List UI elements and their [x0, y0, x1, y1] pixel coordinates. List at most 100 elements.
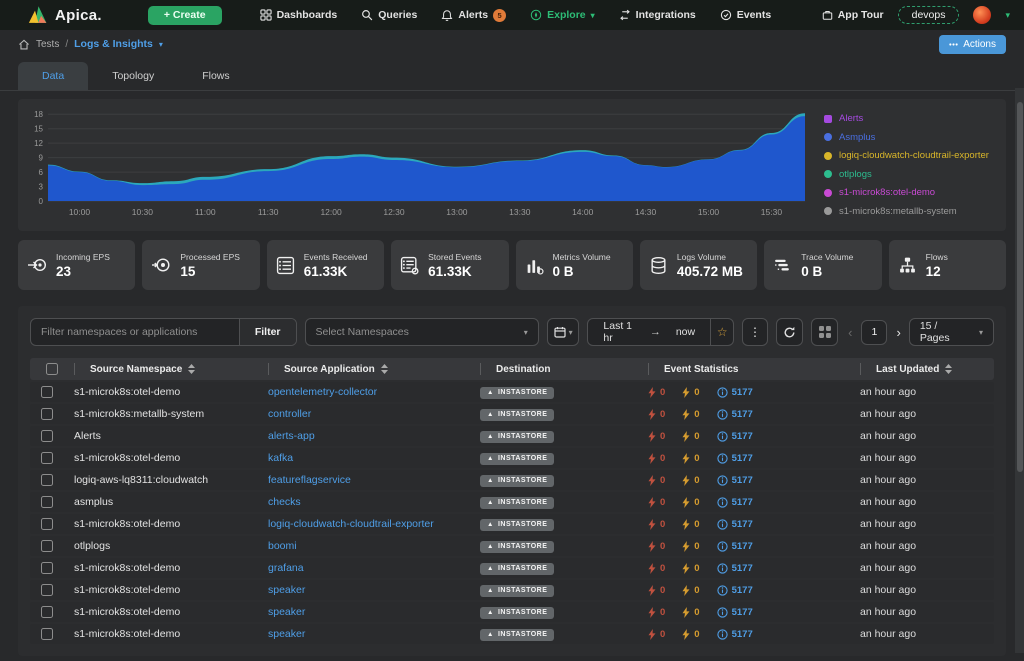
event-count[interactable]: 5177 — [716, 607, 753, 618]
table-row[interactable]: logiq-aws-lq8311:cloudwatch featureflags… — [30, 470, 994, 490]
col-source-application[interactable]: Source Application — [258, 358, 470, 380]
row-application-link[interactable]: alerts-app — [258, 430, 470, 442]
row-checkbox[interactable] — [41, 518, 53, 530]
row-checkbox[interactable] — [41, 584, 53, 596]
time-range-to[interactable]: now — [661, 326, 710, 338]
filter-input[interactable] — [31, 319, 239, 345]
user-menu-chevron-icon[interactable]: ▾ — [1005, 10, 1010, 21]
sort-icon[interactable] — [380, 364, 388, 374]
legend-item[interactable]: Asmplus — [824, 132, 1000, 143]
namespace-select[interactable]: Select Namespaces ▾ — [304, 318, 539, 346]
table-row[interactable]: s1-microk8s:otel-demo speaker ▲ INSTASTOR… — [30, 580, 994, 600]
row-application-link[interactable]: speaker — [258, 628, 470, 640]
tab-topology[interactable]: Topology — [88, 62, 178, 90]
row-checkbox[interactable] — [41, 474, 53, 486]
breadcrumb-root[interactable]: Tests — [36, 39, 59, 50]
breadcrumb-current[interactable]: Logs & Insights — [74, 38, 153, 50]
table-row[interactable]: s1-microk8s:otel-demo logiq-cloudwatch-c… — [30, 514, 994, 534]
row-checkbox[interactable] — [41, 606, 53, 618]
row-application-link[interactable]: logiq-cloudwatch-cloudtrail-exporter — [258, 518, 470, 530]
event-count[interactable]: 5177 — [716, 585, 753, 596]
app-tour-button[interactable]: App Tour — [822, 9, 884, 21]
favorite-star-button[interactable]: ☆ — [710, 319, 733, 345]
row-application-link[interactable]: speaker — [258, 606, 470, 618]
table-row[interactable]: s1-microk8s:metallb-system controller ▲ I… — [30, 404, 994, 424]
event-count[interactable]: 5177 — [716, 497, 753, 508]
row-application-link[interactable]: speaker — [258, 584, 470, 596]
calendar-button[interactable]: ▾ — [546, 318, 580, 346]
table-row[interactable]: s1-microk8s:otel-demo speaker ▲ INSTASTOR… — [30, 602, 994, 622]
prev-page-button[interactable]: ‹ — [848, 325, 852, 340]
table-row[interactable]: otlplogs boomi ▲ INSTASTORE 0 0 5177 an h… — [30, 536, 994, 556]
nav-dashboards[interactable]: Dashboards — [259, 9, 337, 21]
filter-button[interactable]: Filter — [238, 319, 296, 345]
event-count[interactable]: 5177 — [716, 541, 753, 552]
row-application-link[interactable]: boomi — [258, 540, 470, 552]
table-row[interactable]: Alerts alerts-app ▲ INSTASTORE 0 0 5177 a… — [30, 426, 994, 446]
user-pill[interactable]: devops — [897, 6, 960, 24]
event-count[interactable]: 5177 — [716, 387, 753, 398]
table-row[interactable]: s1-microk8s:otel-demo kafka ▲ INSTASTORE … — [30, 448, 994, 468]
instastore-badge: ▲ INSTASTORE — [480, 452, 555, 465]
row-checkbox[interactable] — [41, 408, 53, 420]
event-count[interactable]: 5177 — [716, 409, 753, 420]
tab-data[interactable]: Data — [18, 62, 89, 90]
legend-item[interactable]: s1-microk8s:metallb-system — [824, 206, 1000, 217]
actions-button[interactable]: Actions — [939, 34, 1006, 54]
row-application-link[interactable]: controller — [258, 408, 470, 420]
event-count[interactable]: 5177 — [716, 629, 753, 640]
scrollbar-thumb[interactable] — [1017, 102, 1023, 472]
next-page-button[interactable]: › — [896, 325, 900, 340]
refresh-button[interactable] — [775, 318, 803, 346]
nav-queries[interactable]: Queries — [361, 9, 417, 21]
row-application-link[interactable]: grafana — [258, 562, 470, 574]
tab-flows[interactable]: Flows — [178, 62, 253, 90]
apica-logo[interactable]: Apica. — [28, 5, 102, 25]
legend-item[interactable]: s1-microk8s:otel-demo — [824, 187, 1000, 198]
nav-events[interactable]: Events — [720, 9, 771, 21]
nav-explore[interactable]: Explore ▾ — [530, 9, 595, 21]
col-source-namespace[interactable]: Source Namespace — [64, 358, 258, 380]
legend-item[interactable]: otlplogs — [824, 169, 1000, 180]
table-row[interactable]: s1-microk8s:otel-demo opentelemetry-coll… — [30, 382, 994, 402]
page-size-select[interactable]: 15 / Pages ▾ — [908, 318, 994, 346]
row-checkbox[interactable] — [41, 540, 53, 552]
time-range-from[interactable]: Last 1 hr — [588, 320, 649, 344]
table-row[interactable]: s1-microk8s:otel-demo grafana ▲ INSTASTOR… — [30, 558, 994, 578]
legend-item[interactable]: logiq-cloudwatch-cloudtrail-exporter — [824, 150, 1000, 161]
row-application-link[interactable]: opentelemetry-collector — [258, 386, 470, 398]
select-all-checkbox[interactable] — [46, 363, 58, 375]
table-row[interactable]: s1-microk8s:otel-demo speaker ▲ INSTASTOR… — [30, 624, 994, 644]
event-count[interactable]: 5177 — [716, 431, 753, 442]
grid-view-button[interactable] — [810, 318, 839, 346]
row-checkbox[interactable] — [41, 386, 53, 398]
current-page[interactable]: 1 — [861, 319, 888, 345]
home-icon[interactable] — [18, 39, 30, 50]
event-count[interactable]: 5177 — [716, 475, 753, 486]
warning-count: 0 — [682, 496, 700, 508]
sort-icon[interactable] — [188, 364, 196, 374]
more-options-button[interactable]: ⋮ — [742, 318, 768, 346]
row-namespace: otlplogs — [74, 540, 111, 552]
table-row[interactable]: asmplus checks ▲ INSTASTORE 0 0 5177 an h… — [30, 492, 994, 512]
create-button[interactable]: + Create — [147, 5, 222, 25]
row-checkbox[interactable] — [41, 562, 53, 574]
breadcrumb-chevron-icon[interactable]: ▾ — [159, 40, 163, 49]
row-application-link[interactable]: kafka — [258, 452, 470, 464]
legend-item[interactable]: Alerts — [824, 113, 1000, 124]
event-count[interactable]: 5177 — [716, 563, 753, 574]
row-application-link[interactable]: featureflagservice — [258, 474, 470, 486]
col-last-updated[interactable]: Last Updated — [850, 358, 994, 380]
nav-integrations[interactable]: Integrations — [619, 9, 696, 21]
avatar[interactable] — [973, 6, 992, 24]
sort-icon[interactable] — [945, 364, 953, 374]
event-count[interactable]: 5177 — [716, 453, 753, 464]
row-checkbox[interactable] — [41, 628, 53, 640]
row-checkbox[interactable] — [41, 496, 53, 508]
page-scrollbar[interactable] — [1015, 88, 1024, 653]
nav-alerts[interactable]: Alerts 5 — [441, 8, 507, 22]
event-count[interactable]: 5177 — [716, 519, 753, 530]
row-application-link[interactable]: checks — [258, 496, 470, 508]
row-checkbox[interactable] — [41, 430, 53, 442]
row-checkbox[interactable] — [41, 452, 53, 464]
